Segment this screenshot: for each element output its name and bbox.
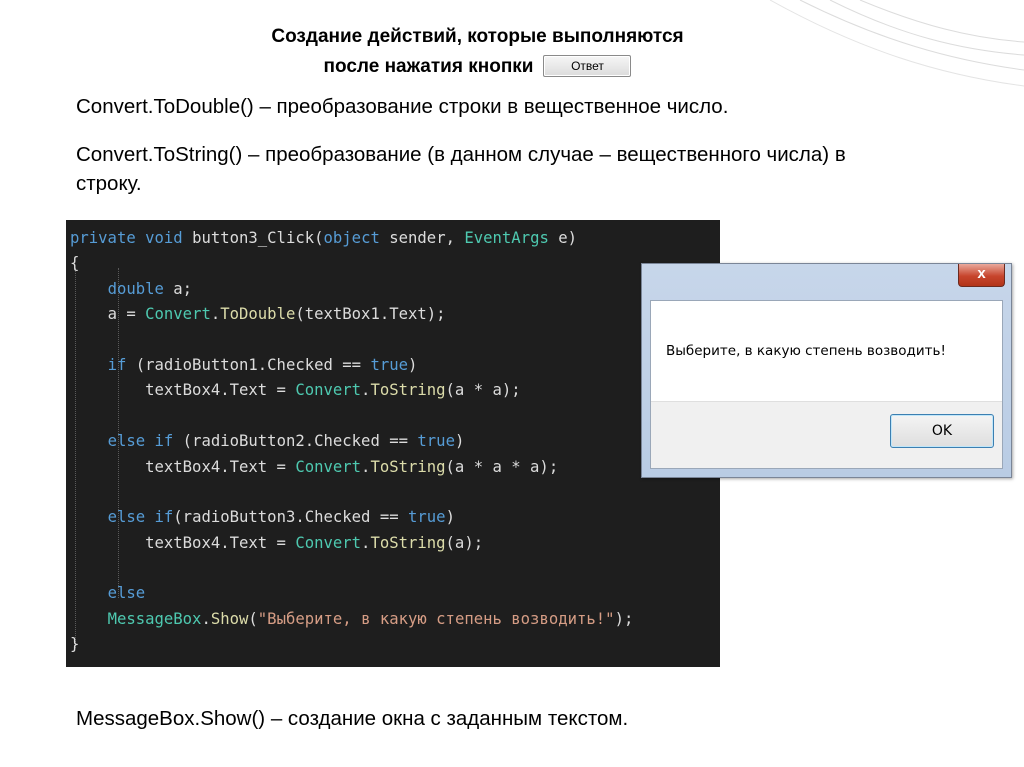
- code-line: a = Convert.ToDouble(textBox1.Text);: [107, 305, 446, 324]
- tostring-description-line-2: строку.: [76, 172, 142, 195]
- code-line: double a;: [107, 279, 193, 298]
- todouble-description: Convert.ToDouble() – преобразование стро…: [76, 95, 729, 118]
- title-line-1: Создание действий, которые выполняются: [271, 26, 684, 47]
- code-line: textBox4.Text = Convert.ToString(a);: [145, 533, 484, 552]
- slide-title: Создание действий, которые выполняются п…: [230, 22, 725, 82]
- code-line: else: [107, 584, 146, 603]
- messagebox-description: MessageBox.Show() – создание окна с зада…: [76, 707, 629, 730]
- dialog-content: Выберите, в какую степень возводить! OK: [650, 300, 1003, 469]
- dialog-footer: OK: [651, 401, 1002, 468]
- code-line: MessageBox.Show("Выберите, в какую степе…: [107, 609, 634, 628]
- dialog-message: Выберите, в какую степень возводить!: [666, 343, 946, 359]
- code-line: if (radioButton1.Checked == true): [107, 355, 418, 374]
- tostring-description-line-1: Convert.ToString() – преобразование (в д…: [76, 143, 846, 166]
- message-box-dialog: x Выберите, в какую степень возводить! O…: [641, 263, 1012, 478]
- code-line: textBox4.Text = Convert.ToString(a * a *…: [145, 457, 559, 476]
- code-line: private void button3_Click(object sender…: [70, 229, 578, 247]
- code-line: }: [70, 635, 80, 654]
- code-line: else if (radioButton2.Checked == true): [107, 432, 465, 451]
- ok-button[interactable]: OK: [890, 414, 994, 448]
- title-line-2: после нажатия кнопки: [323, 56, 534, 77]
- close-button[interactable]: x: [958, 264, 1005, 287]
- tostring-description: Convert.ToString() – преобразование (в д…: [76, 140, 976, 198]
- code-editor: private void button3_Click(object sender…: [66, 220, 720, 667]
- answer-button[interactable]: Ответ: [543, 55, 632, 77]
- code-line: textBox4.Text = Convert.ToString(a * a);: [145, 381, 521, 400]
- code-line: else if(radioButton3.Checked == true): [107, 508, 455, 527]
- code-line: {: [70, 254, 80, 273]
